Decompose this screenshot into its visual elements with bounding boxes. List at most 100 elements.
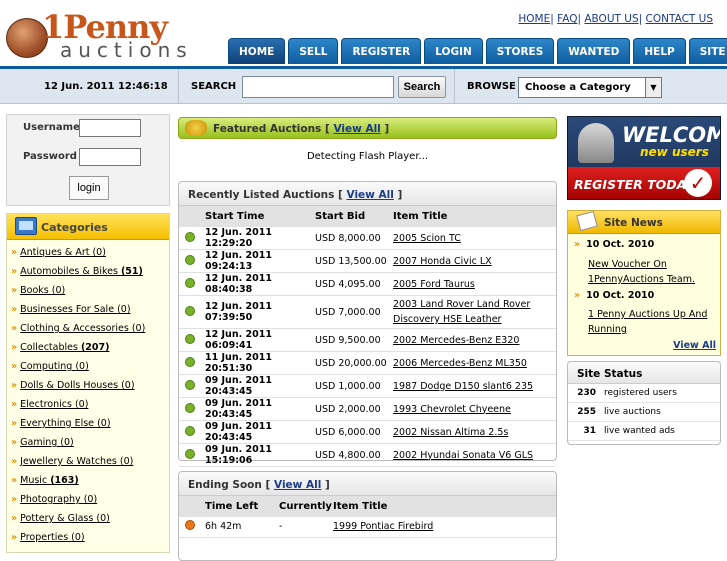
category-link[interactable]: Automobiles & Bikes (51) <box>20 266 143 277</box>
category-item[interactable]: » Jewellery & Watches (0) <box>7 452 169 471</box>
category-select[interactable]: Choose a Category ▼ <box>518 77 662 98</box>
category-item[interactable]: » Clothing & Accessories (0) <box>7 319 169 338</box>
nav-tab-site-fees[interactable]: SITE FEES <box>688 38 727 84</box>
table-cell: 12 Jun. 2011 08:40:38 <box>205 272 315 296</box>
category-link[interactable]: Everything Else (0) <box>20 418 110 429</box>
item-title-link[interactable]: 2002 Nissan Altima 2.5s <box>393 427 508 438</box>
category-link[interactable]: Clothing & Accessories (0) <box>20 323 145 334</box>
table-cell: USD 2,000.00 <box>315 397 393 421</box>
category-item[interactable]: » Gaming (0) <box>7 433 169 452</box>
categories-box: Categories » Antiques & Art (0)» Automobil… <box>6 213 170 553</box>
news-date: 10 Oct. 2010 <box>586 239 655 250</box>
item-title-link[interactable]: 1999 Pontiac Firebird <box>333 521 433 532</box>
username-field[interactable] <box>79 119 141 137</box>
nav-tab-help[interactable]: HELP <box>633 38 686 64</box>
site-status-title: Site Status <box>568 362 720 384</box>
featured-view-all-link[interactable]: View All <box>333 123 380 135</box>
item-title-link[interactable]: 2002 Hyundai Sonata V6 GLS <box>393 450 533 461</box>
search-bar: 12 Jun. 2011 12:46:18 SEARCH Search BROW… <box>0 66 727 104</box>
item-title-link[interactable]: 2002 Mercedes-Benz E320 <box>393 335 519 346</box>
toplink-faq[interactable]: FAQ <box>557 13 577 25</box>
category-link[interactable]: Electronics (0) <box>20 399 88 410</box>
category-link[interactable]: Businesses For Sale (0) <box>20 304 130 315</box>
category-item[interactable]: » Businesses For Sale (0) <box>7 300 169 319</box>
item-title-link[interactable]: 2005 Ford Taurus <box>393 279 475 290</box>
welcome-title: WELCOME <box>622 123 720 147</box>
category-item[interactable]: » Antiques & Art (0) <box>7 243 169 262</box>
news-link[interactable]: New Voucher On 1PennyAuctions Team. <box>588 259 695 285</box>
category-item[interactable]: » Everything Else (0) <box>7 414 169 433</box>
site-news-header: Site News <box>568 210 720 234</box>
news-item: » 10 Oct. 2010 <box>574 239 655 250</box>
recent-view-all-link[interactable]: View All <box>347 189 394 201</box>
site-status-box: Site Status 230 registered users 255 live a… <box>567 361 721 445</box>
current-datetime: 12 Jun. 2011 12:46:18 <box>44 81 168 92</box>
category-link[interactable]: Collectables (207) <box>20 342 109 353</box>
table-row: 09 Jun. 2011 20:43:45 USD 2,000.00 1993 Ch… <box>179 397 556 421</box>
bullet-icon: » <box>11 247 18 258</box>
bullet-icon: » <box>11 266 18 277</box>
recent-auctions-panel: Recently Listed Auctions [ View All ] St… <box>178 181 557 467</box>
table-row: 12 Jun. 2011 09:24:13 USD 13,500.00 2007 H… <box>179 249 556 273</box>
item-title-link[interactable]: 2003 Land Rover Land Rover Discovery HSE… <box>393 299 530 325</box>
site-logo[interactable]: 1Penny auctions <box>6 8 187 62</box>
search-button[interactable]: Search <box>398 76 446 98</box>
dropdown-arrow-icon: ▼ <box>645 78 661 97</box>
category-item[interactable]: » Collectables (207) <box>7 338 169 357</box>
toplink-contact[interactable]: CONTACT US <box>646 13 713 25</box>
status-row: 31 live wanted ads <box>568 422 720 441</box>
table-cell: 09 Jun. 2011 20:43:45 <box>205 420 315 444</box>
category-link[interactable]: Dolls & Dolls Houses (0) <box>20 380 134 391</box>
nav-tab-stores[interactable]: STORES <box>485 38 555 64</box>
site-news-box: Site News » 10 Oct. 2010 New Voucher On 1… <box>567 210 721 356</box>
nav-tab-register[interactable]: REGISTER <box>341 38 422 64</box>
item-title-link[interactable]: 1993 Chevrolet Chyeene <box>393 404 511 415</box>
nav-tab-home[interactable]: HOME <box>228 38 286 64</box>
category-item[interactable]: » Automobiles & Bikes (51) <box>7 262 169 281</box>
divider <box>178 69 179 104</box>
toplink-home[interactable]: HOME <box>518 13 550 25</box>
categories-title: Categories <box>41 221 108 234</box>
toplink-about[interactable]: ABOUT US <box>584 13 638 25</box>
category-link[interactable]: Gaming (0) <box>20 437 74 448</box>
news-link[interactable]: 1 Penny Auctions Up And Running <box>588 309 707 335</box>
news-view-all-link[interactable]: View All <box>673 340 716 351</box>
clock-icon <box>185 333 195 344</box>
category-link[interactable]: Books (0) <box>20 285 65 296</box>
ending-view-all-link[interactable]: View All <box>274 479 321 491</box>
nav-tab-wanted-ads[interactable]: WANTED ADS <box>557 38 631 84</box>
register-today-label: REGISTER TODAY <box>574 177 694 192</box>
category-item[interactable]: » Properties (0) <box>7 528 169 547</box>
col-start-bid: Start Bid <box>315 206 393 227</box>
category-item[interactable]: » Pottery & Glass (0) <box>7 509 169 528</box>
search-input[interactable] <box>242 76 394 98</box>
nav-tab-login[interactable]: LOGIN <box>424 38 483 64</box>
nav-tab-sell[interactable]: SELL <box>288 38 339 64</box>
category-link[interactable]: Jewellery & Watches (0) <box>20 456 133 467</box>
category-link[interactable]: Pottery & Glass (0) <box>20 513 110 524</box>
bullet-icon: » <box>11 285 18 296</box>
category-item[interactable]: » Dolls & Dolls Houses (0) <box>7 376 169 395</box>
category-link[interactable]: Properties (0) <box>20 532 85 543</box>
category-item[interactable]: » Computing (0) <box>7 357 169 376</box>
category-item[interactable]: » Books (0) <box>7 281 169 300</box>
status-label: registered users <box>604 388 677 398</box>
item-title-link[interactable]: 1987 Dodge D150 slant6 235 <box>393 381 533 392</box>
password-field[interactable] <box>79 148 141 166</box>
category-link[interactable]: Photography (0) <box>20 494 97 505</box>
register-today-button[interactable]: REGISTER TODAY ✓ <box>568 167 720 199</box>
category-link[interactable]: Computing (0) <box>20 361 89 372</box>
item-title-link[interactable]: 2005 Scion TC <box>393 233 461 244</box>
top-links: HOME| FAQ| ABOUT US| CONTACT US <box>518 13 713 25</box>
category-link[interactable]: Music (163) <box>20 475 79 486</box>
item-title-link[interactable]: 2007 Honda Civic LX <box>393 256 492 267</box>
welcome-banner[interactable]: WELCOME new users REGISTER TODAY ✓ <box>567 116 721 200</box>
table-cell: USD 4,800.00 <box>315 443 393 467</box>
login-button[interactable]: login <box>69 176 109 200</box>
user-figure-icon <box>578 123 614 163</box>
category-item[interactable]: » Music (163) <box>7 471 169 490</box>
category-item[interactable]: » Electronics (0) <box>7 395 169 414</box>
category-link[interactable]: Antiques & Art (0) <box>20 247 106 258</box>
item-title-link[interactable]: 2006 Mercedes-Benz ML350 <box>393 358 527 369</box>
category-item[interactable]: » Photography (0) <box>7 490 169 509</box>
